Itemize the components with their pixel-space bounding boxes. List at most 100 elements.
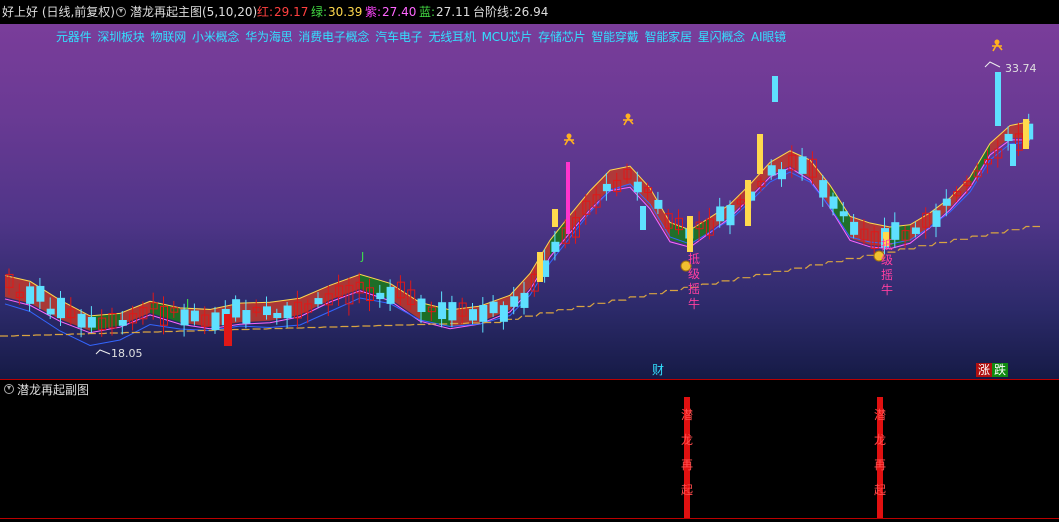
candle-body [798, 156, 807, 174]
candle-body [57, 297, 65, 319]
signal-char: 再 [680, 458, 693, 472]
concept-tag[interactable]: 深圳板块 [97, 30, 144, 44]
candle-body [633, 181, 642, 193]
main-chart-panel[interactable]: 元器件 深圳板块 物联网 小米概念 华为海思 消费电子概念 汽车电子 无线耳机 MCU芯片 存储芯… [0, 24, 1059, 380]
candle-body [510, 296, 519, 307]
candle-body [942, 198, 951, 206]
candle-body [77, 313, 86, 328]
red-value: 29.17 [274, 5, 309, 19]
rise-tag[interactable]: 涨 [976, 363, 993, 377]
low-price-label: 18.05 [111, 347, 143, 360]
signal-candle [687, 216, 693, 252]
candle-body [232, 299, 241, 318]
signal-candle [566, 162, 570, 234]
high-price-label: 33.74 [1005, 62, 1037, 75]
candle-body [386, 286, 395, 304]
concept-tag[interactable]: AI眼镜 [751, 30, 786, 44]
candle-body [489, 301, 498, 314]
concept-tag[interactable]: 华为海思 [245, 30, 292, 44]
candle-body [376, 292, 385, 300]
concept-tag[interactable]: 存储芯片 [538, 30, 585, 44]
candle-body [716, 206, 725, 222]
signal-label: 潜 龙 再 起 [873, 403, 887, 503]
candle-body [819, 180, 828, 198]
candle-body [469, 309, 477, 321]
runner-icon [566, 133, 572, 139]
candle-body [551, 241, 560, 252]
candle-body [273, 312, 282, 318]
main-chart-svg [0, 39, 1040, 355]
signal-char: 再 [873, 458, 886, 472]
candle-body [438, 302, 447, 320]
candle-body [314, 298, 323, 305]
candle-body [448, 302, 457, 321]
signal-char: 龙 [680, 433, 693, 447]
concept-tag[interactable]: 智能穿戴 [591, 30, 638, 44]
candle-body [1004, 133, 1013, 142]
indicator-name[interactable]: 潜龙再起主图(5,10,20) [130, 5, 257, 19]
signal-text: 抵级摇牛 [880, 238, 893, 297]
candle-body [263, 306, 271, 316]
candle-body [726, 205, 735, 226]
purple-label: 紫: [365, 5, 382, 19]
candle-body [118, 320, 127, 326]
signal-candle [995, 72, 1001, 126]
sub-chart-title[interactable]: 潜龙再起副图 [17, 381, 89, 398]
signal-label: 潜 龙 再 起 [680, 403, 694, 503]
signal-text: 抵级摇牛 [687, 252, 700, 311]
ma-band-segment [360, 274, 390, 299]
signal-candle [537, 252, 543, 282]
indicator-settings-icon[interactable] [116, 5, 129, 19]
candle-body [211, 312, 220, 331]
signal-candle [1010, 144, 1016, 166]
concept-tag[interactable]: MCU芯片 [482, 30, 533, 44]
concept-tag[interactable]: 智能家居 [645, 30, 692, 44]
sub-chart-panel[interactable]: 潜 龙 再 起 潜 龙 再 起 [0, 397, 1059, 522]
sub-indicator-settings-icon[interactable] [4, 384, 14, 394]
high-price-pointer [984, 61, 1001, 68]
candle-body [417, 298, 426, 312]
runner-icon [994, 39, 1000, 45]
candle-body [46, 308, 55, 315]
signal-candle [224, 314, 232, 346]
candle-body [87, 317, 96, 328]
concept-tag[interactable]: 小米概念 [192, 30, 239, 44]
concept-tag[interactable]: 星闪概念 [698, 30, 745, 44]
runner-icon [623, 117, 634, 126]
candle-body [190, 310, 199, 322]
candle-body [829, 196, 838, 209]
j-label: J [186, 297, 190, 310]
concept-tag[interactable]: 元器件 [56, 30, 92, 44]
low-price-pointer [95, 349, 111, 355]
concept-tag[interactable]: 无线耳机 [428, 30, 475, 44]
red-label: 红: [257, 5, 274, 19]
finance-tag[interactable]: 财 [650, 363, 666, 377]
signal-candle [757, 134, 763, 174]
signal-candle [745, 180, 751, 226]
signal-candle [640, 206, 646, 230]
candle-body [767, 165, 776, 176]
concept-tag[interactable]: 消费电子概念 [298, 30, 369, 44]
fall-tag[interactable]: 跌 [992, 363, 1009, 377]
concept-list: 元器件 深圳板块 物联网 小米概念 华为海思 消费电子概念 汽车电子 无线耳机 MCU芯片 存储芯… [56, 28, 792, 45]
runner-icon [564, 137, 575, 146]
candle-body [850, 221, 859, 235]
signal-candle [1023, 119, 1029, 149]
concept-tag[interactable]: 汽车电子 [375, 30, 422, 44]
candle-body [654, 199, 663, 209]
signal-char: 龙 [873, 433, 886, 447]
j-label: J [361, 250, 365, 263]
concept-tag[interactable]: 物联网 [151, 30, 187, 44]
signal-char: 潜 [680, 408, 693, 422]
chart-header: 好上好 (日线,前复权) 潜龙再起主图(5,10,20) 红: 29.17 绿:… [0, 0, 1059, 24]
stock-title[interactable]: 好上好 (日线,前复权) [2, 5, 115, 19]
runner-icon [992, 43, 1003, 52]
candle-body [479, 304, 488, 322]
candle-body [520, 292, 529, 308]
candle-body [180, 309, 189, 326]
signal-char: 起 [873, 483, 886, 497]
candle-body [778, 169, 786, 180]
signal-candle [772, 76, 778, 102]
sub-chart-header: 潜龙再起副图 [0, 379, 1059, 398]
step-value: 26.94 [514, 5, 549, 19]
